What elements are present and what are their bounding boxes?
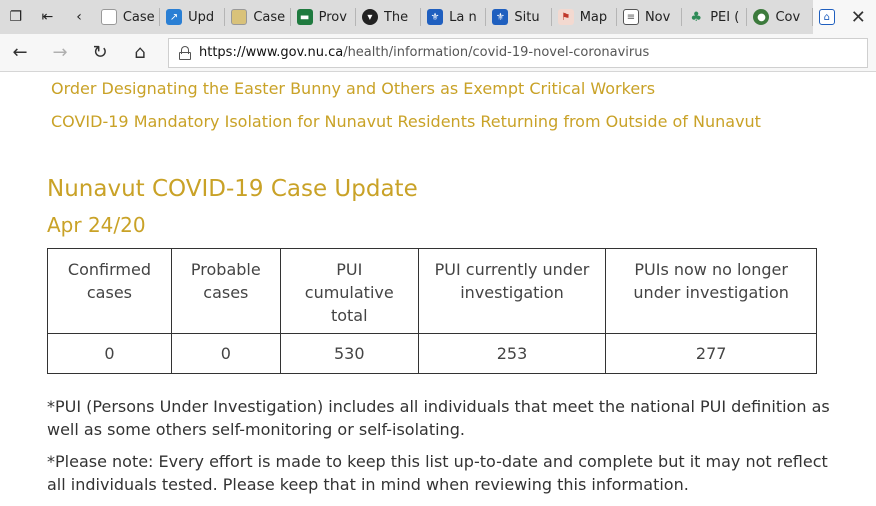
tab-label: Upd (188, 9, 215, 25)
table-header-row: Confirmed cases Probable cases PUI cumul… (47, 248, 817, 334)
forward-arrow-icon[interactable]: → (40, 34, 80, 72)
value-pui-no-longer: 277 (605, 333, 817, 374)
tab-label: Prov (318, 9, 347, 25)
header-confirmed-cases: Confirmed cases (47, 248, 172, 334)
easter-bunny-order-link[interactable]: Order Designating the Easter Bunny and O… (51, 79, 655, 98)
mandatory-isolation-link[interactable]: COVID-19 Mandatory Isolation for Nunavut… (51, 112, 761, 131)
tab-5[interactable]: ⚜ La n (421, 0, 487, 34)
tab-label: La n (449, 9, 477, 25)
home-icon[interactable]: ⌂ (120, 34, 160, 72)
tab-strip: ❐ ⇤ ‹ Case ↗ Upd Case ▬ Prov ▾ The ⚜ La … (0, 0, 876, 34)
chart-icon: ↗ (166, 9, 183, 25)
tab-2[interactable]: Case (225, 0, 291, 34)
document-icon (100, 9, 117, 25)
url-path: /health/information/covid-19-novel-coron… (343, 45, 650, 60)
navigation-bar: ← → ↻ ⌂ https://www.gov.nu.ca/health/inf… (0, 34, 876, 72)
tab-6[interactable]: ⚜ Situ (486, 0, 552, 34)
set-tabs-aside-icon[interactable]: ⇤ (32, 0, 64, 34)
table-row: 0 0 530 253 277 (47, 333, 817, 374)
tab-10[interactable]: ● Cov (747, 0, 813, 34)
shield-icon: ▾ (361, 9, 378, 25)
nunavut-icon: ⌂ (818, 9, 835, 25)
header-pui-no-longer: PUIs now no longer under investigation (605, 248, 817, 334)
header-pui-current: PUI currently under investigation (417, 248, 607, 334)
lock-icon (179, 45, 191, 60)
page-heading: Nunavut COVID-19 Case Update (47, 176, 418, 202)
tab-active[interactable]: ⌂ ✕ (812, 0, 876, 34)
back-arrow-icon[interactable]: ← (0, 34, 40, 72)
tab-label: Case (253, 9, 286, 25)
globe-icon: ● (753, 9, 770, 25)
scroll-tabs-left-icon[interactable]: ‹ (63, 0, 95, 34)
tab-7[interactable]: ⚑ Map (552, 0, 617, 34)
tab-label: Map (579, 9, 608, 25)
address-bar[interactable]: https://www.gov.nu.ca/health/information… (168, 37, 868, 68)
flag-icon: ▬ (296, 9, 313, 25)
value-confirmed-cases: 0 (47, 333, 172, 374)
header-pui-cumulative: PUI cumulative total (279, 248, 419, 334)
page-content: Order Designating the Easter Bunny and O… (0, 73, 876, 506)
value-probable-cases: 0 (170, 333, 281, 374)
tab-0[interactable]: Case (95, 0, 161, 34)
refresh-icon[interactable]: ↻ (80, 34, 120, 72)
tab-4[interactable]: ▾ The (356, 0, 422, 34)
case-table: Confirmed cases Probable cases PUI cumul… (47, 248, 817, 374)
list-completeness-note: *Please note: Every effort is made to ke… (47, 452, 828, 494)
tab-3[interactable]: ▬ Prov (291, 0, 356, 34)
tab-label: The (383, 9, 409, 25)
tab-8[interactable]: ≡ Nov (617, 0, 683, 34)
tab-label: Cov (775, 9, 801, 25)
url-host: https://www.gov.nu.ca (199, 45, 344, 60)
tab-label: Case (122, 9, 155, 25)
document-icon (231, 9, 248, 25)
close-tab-icon[interactable]: ✕ (851, 7, 866, 28)
fleur-de-lis-icon: ⚜ (427, 9, 444, 25)
pui-definition-note: *PUI (Persons Under Investigation) inclu… (47, 397, 830, 439)
map-icon: ⚑ (557, 9, 574, 25)
value-pui-current: 253 (417, 333, 607, 374)
tab-9[interactable]: ♣ PEI ( (682, 0, 748, 34)
tab-label: Nov (644, 9, 671, 25)
tab-1[interactable]: ↗ Upd (160, 0, 226, 34)
fleur-de-lis-icon: ⚜ (492, 9, 509, 25)
header-probable-cases: Probable cases (170, 248, 281, 334)
value-pui-cumulative: 530 (279, 333, 419, 374)
update-date: Apr 24/20 (47, 213, 146, 237)
document-icon: ≡ (622, 9, 639, 25)
tab-label: PEI ( (710, 9, 740, 25)
tree-icon: ♣ (688, 9, 705, 25)
tab-label: Situ (514, 9, 540, 25)
tab-actions-icon[interactable]: ❐ (0, 0, 32, 34)
